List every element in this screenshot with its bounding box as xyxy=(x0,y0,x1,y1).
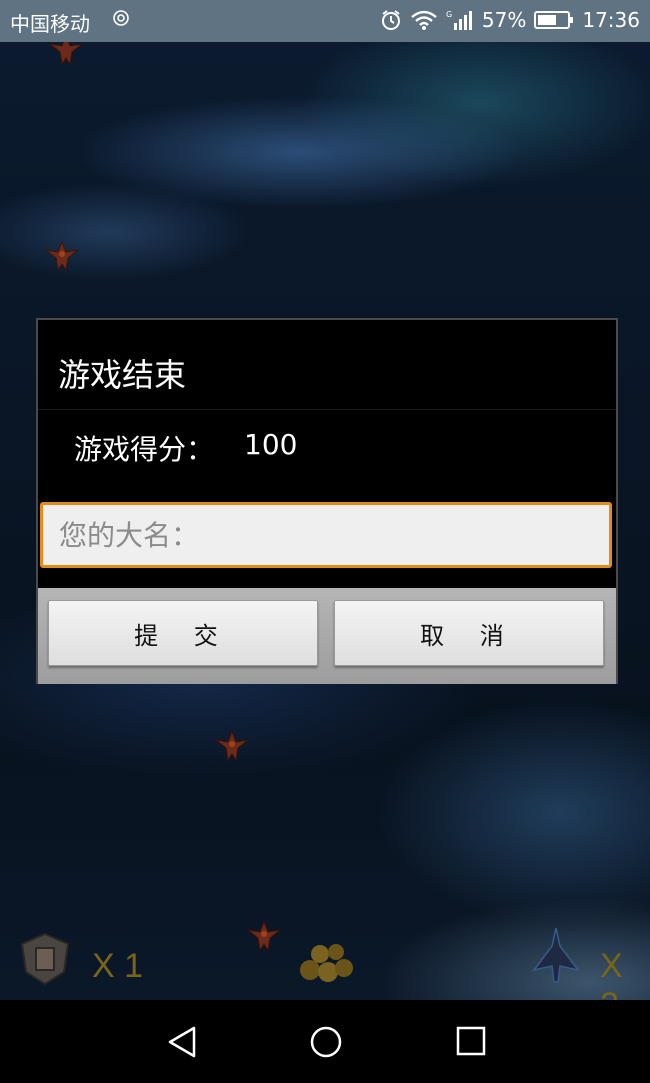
enemy-plane-icon xyxy=(48,42,84,66)
score-value: 100 xyxy=(244,428,298,461)
shield-icon xyxy=(20,932,70,986)
clock: 17:36 xyxy=(582,8,640,32)
home-icon[interactable] xyxy=(308,1024,344,1060)
enemy-plane-icon xyxy=(44,240,80,272)
battery-percent: 57% xyxy=(481,8,527,32)
cancel-button[interactable]: 取 消 xyxy=(334,600,604,666)
dialog-button-bar: 提 交 取 消 xyxy=(38,588,616,684)
battery-icon xyxy=(534,11,574,29)
carrier-name: 中国移动 xyxy=(10,12,90,36)
divider xyxy=(38,409,616,410)
bomb-count: X 2 xyxy=(600,947,623,1000)
submit-button[interactable]: 提 交 xyxy=(48,600,318,666)
enemy-plane-icon xyxy=(246,920,282,952)
shield-count: X 1 xyxy=(92,947,144,985)
signal-icon: G xyxy=(446,10,472,30)
recents-icon[interactable] xyxy=(454,1024,488,1058)
hotspot-icon xyxy=(113,10,129,26)
score-label: 游戏得分： xyxy=(74,433,215,466)
dialog-title: 游戏结束 xyxy=(58,356,187,394)
wifi-icon xyxy=(411,10,437,30)
status-bar: 中国移动 G 57% 17:36 xyxy=(0,0,650,42)
bomb-pile-icon[interactable] xyxy=(294,932,358,986)
player-plane-icon xyxy=(532,927,580,983)
svg-text:G: G xyxy=(446,10,452,19)
alarm-icon xyxy=(381,10,400,30)
name-input[interactable] xyxy=(40,502,612,568)
back-icon[interactable] xyxy=(164,1024,200,1060)
navigation-bar xyxy=(0,1000,650,1083)
enemy-plane-icon xyxy=(214,730,250,762)
game-over-dialog: 游戏结束 游戏得分： 100 提 交 取 消 xyxy=(36,318,618,684)
